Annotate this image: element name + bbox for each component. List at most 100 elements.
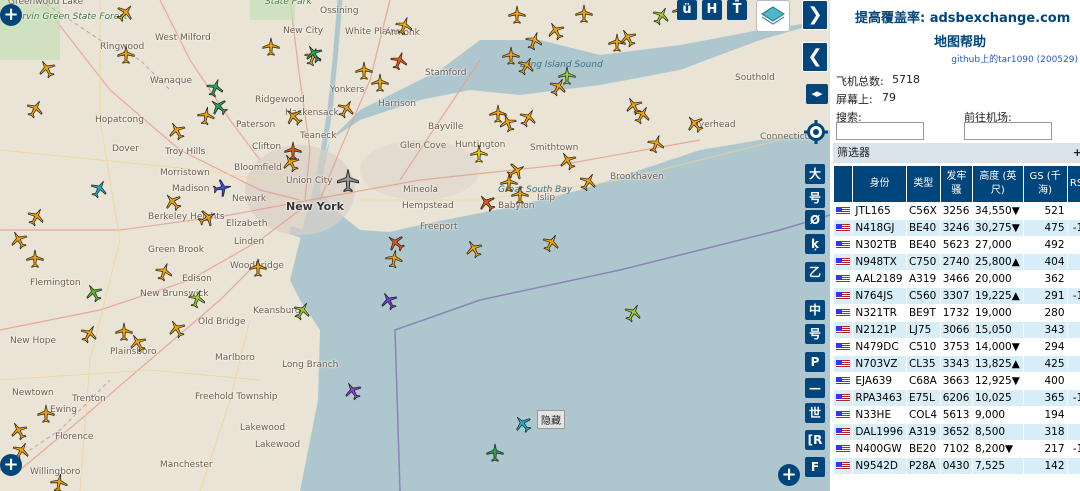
aircraft-icon[interactable] bbox=[24, 248, 46, 270]
table-row[interactable]: N764JSC560330719,225▲291-10 bbox=[832, 287, 1080, 305]
side-button[interactable]: 世 bbox=[805, 403, 825, 423]
side-button[interactable]: 号 bbox=[805, 188, 825, 208]
cell-altitude: 19,000 bbox=[972, 304, 1024, 322]
zoom-in-button[interactable]: + bbox=[0, 4, 22, 26]
place-label: Long Branch bbox=[282, 360, 339, 370]
airport-input[interactable] bbox=[964, 122, 1052, 140]
aircraft-icon[interactable] bbox=[209, 175, 234, 200]
cell-type: BE40 bbox=[905, 219, 941, 237]
map-view[interactable]: Greenwood Lake Norvin Green State Forest S… bbox=[0, 0, 830, 491]
settings-button[interactable] bbox=[804, 120, 828, 144]
cell-rssi: -11 bbox=[1066, 389, 1080, 407]
side-button[interactable]: [R bbox=[805, 430, 825, 450]
add-layer-button[interactable]: + bbox=[778, 464, 800, 486]
github-link[interactable]: github上的tar1090 (200529) bbox=[951, 52, 1078, 65]
cell-rssi: -8 bbox=[1066, 253, 1080, 271]
aircraft-icon[interactable] bbox=[35, 403, 57, 425]
panel-back-button[interactable]: ❮ bbox=[802, 42, 828, 72]
cell-flag bbox=[832, 338, 854, 356]
side-button[interactable]: 号 bbox=[805, 324, 825, 344]
side-button[interactable]: — bbox=[805, 378, 825, 398]
place-label: Stamford bbox=[425, 68, 467, 78]
cell-altitude: 20,000 bbox=[972, 270, 1024, 288]
table-row[interactable]: N479DCC510375314,000▼294-9 bbox=[832, 338, 1080, 356]
table-row[interactable]: N9542DP28A04307,525142-8 bbox=[832, 457, 1080, 475]
us-flag-icon bbox=[836, 309, 850, 317]
layer-button-u[interactable]: ü bbox=[677, 0, 697, 20]
side-button[interactable]: F bbox=[805, 457, 825, 477]
cell-identity: N764JS bbox=[852, 287, 907, 305]
cell-rssi: -9 bbox=[1066, 338, 1080, 356]
aircraft-icon[interactable] bbox=[506, 4, 528, 26]
table-row[interactable]: JTL165C56X325634,550▼521-4 bbox=[832, 202, 1080, 220]
table-row[interactable]: N948TXC750274025,800▲404-8 bbox=[832, 253, 1080, 271]
layer-button-h[interactable]: H bbox=[702, 0, 722, 20]
side-button[interactable]: 大 bbox=[805, 164, 825, 184]
place-label: New Hope bbox=[10, 336, 57, 346]
aircraft-icon[interactable] bbox=[115, 44, 137, 66]
us-flag-icon bbox=[836, 462, 850, 470]
col-flag[interactable] bbox=[832, 165, 854, 203]
us-flag-icon bbox=[836, 428, 850, 436]
aircraft-icon[interactable] bbox=[46, 470, 71, 491]
cell-squawk: 3343 bbox=[939, 355, 974, 373]
side-button[interactable]: P bbox=[805, 352, 825, 372]
col-rssi[interactable]: RSS bbox=[1066, 165, 1080, 203]
cell-rssi: -7 bbox=[1066, 372, 1080, 390]
col-identity[interactable]: 身份 bbox=[852, 165, 907, 203]
toggle-width-button[interactable]: ◂▸ bbox=[806, 84, 828, 104]
side-button[interactable]: 乙 bbox=[805, 262, 825, 282]
side-button[interactable]: ķ bbox=[805, 234, 825, 254]
col-squawk[interactable]: 发牢骚 bbox=[939, 165, 974, 203]
coverage-link[interactable]: 提高覆盖率: adsbexchange.com bbox=[855, 7, 1070, 26]
col-altitude[interactable]: 高度 (英尺) bbox=[972, 165, 1024, 203]
zoom-in-button-bottom[interactable]: + bbox=[0, 454, 22, 476]
cell-squawk: 3466 bbox=[939, 270, 974, 288]
filter-expand-icon[interactable]: + bbox=[1073, 143, 1080, 163]
aircraft-icon[interactable] bbox=[484, 442, 506, 464]
side-button[interactable]: Ø bbox=[805, 210, 825, 230]
aircraft-icon[interactable] bbox=[247, 257, 269, 279]
selected-aircraft-icon[interactable] bbox=[334, 167, 362, 195]
cell-identity: N33HE bbox=[852, 406, 907, 424]
map-base bbox=[0, 0, 830, 491]
cell-flag bbox=[832, 202, 854, 220]
total-aircraft-value: 5718 bbox=[892, 73, 920, 86]
aircraft-icon[interactable] bbox=[573, 3, 595, 25]
col-ground-speed[interactable]: GS (千海) bbox=[1022, 165, 1068, 203]
table-row[interactable]: RPA3463E75L620610,025365-11 bbox=[832, 389, 1080, 407]
panel-forward-button[interactable]: ❯ bbox=[802, 0, 828, 30]
us-flag-icon bbox=[836, 258, 850, 266]
aircraft-tooltip-label[interactable]: 隐藏 bbox=[537, 410, 565, 429]
aircraft-icon[interactable] bbox=[369, 72, 391, 94]
filter-bar[interactable]: 筛选器 + bbox=[833, 143, 1080, 163]
aircraft-icon[interactable] bbox=[260, 36, 282, 58]
cell-altitude: 8,200▼ bbox=[972, 440, 1024, 458]
table-row[interactable]: N321TRBE9T173219,000280-9 bbox=[832, 304, 1080, 322]
layer-button-t[interactable]: T̄ bbox=[727, 0, 747, 20]
aircraft-icon[interactable] bbox=[193, 103, 218, 128]
table-row[interactable]: N302TBBE40562327,000492-7 bbox=[832, 236, 1080, 254]
layers-button[interactable] bbox=[756, 0, 790, 32]
side-button[interactable]: 中 bbox=[805, 300, 825, 320]
cell-type: BE20 bbox=[905, 440, 941, 458]
place-label: Bayville bbox=[428, 122, 464, 132]
table-row[interactable]: N703VZCL35334313,825▲425-7 bbox=[832, 355, 1080, 373]
table-row[interactable]: N418GJBE40324630,275▼475-11 bbox=[832, 219, 1080, 237]
table-row[interactable]: AAL2189A319346620,000362-6 bbox=[832, 270, 1080, 288]
table-row[interactable]: N2121PLJ75306615,050343-6 bbox=[832, 321, 1080, 339]
col-type[interactable]: 类型 bbox=[905, 165, 941, 203]
table-row[interactable]: DAL1996A31936528,500318-4 bbox=[832, 423, 1080, 441]
aircraft-icon[interactable] bbox=[468, 143, 490, 165]
cell-squawk: 3652 bbox=[939, 423, 974, 441]
cell-identity: RPA3463 bbox=[852, 389, 907, 407]
search-input[interactable] bbox=[836, 122, 924, 140]
table-row[interactable]: N400GWBE2071028,200▼217-11 bbox=[832, 440, 1080, 458]
cell-identity: JTL165 bbox=[852, 202, 907, 220]
cell-rssi: -10 bbox=[1066, 287, 1080, 305]
map-help-link[interactable]: 地图帮助 bbox=[934, 31, 986, 50]
table-row[interactable]: N33HECOL456139,000194-3 bbox=[832, 406, 1080, 424]
aircraft-icon[interactable] bbox=[509, 184, 531, 206]
table-row[interactable]: EJA639C68A366312,925▼400-7 bbox=[832, 372, 1080, 390]
aircraft-icon[interactable] bbox=[381, 246, 406, 271]
